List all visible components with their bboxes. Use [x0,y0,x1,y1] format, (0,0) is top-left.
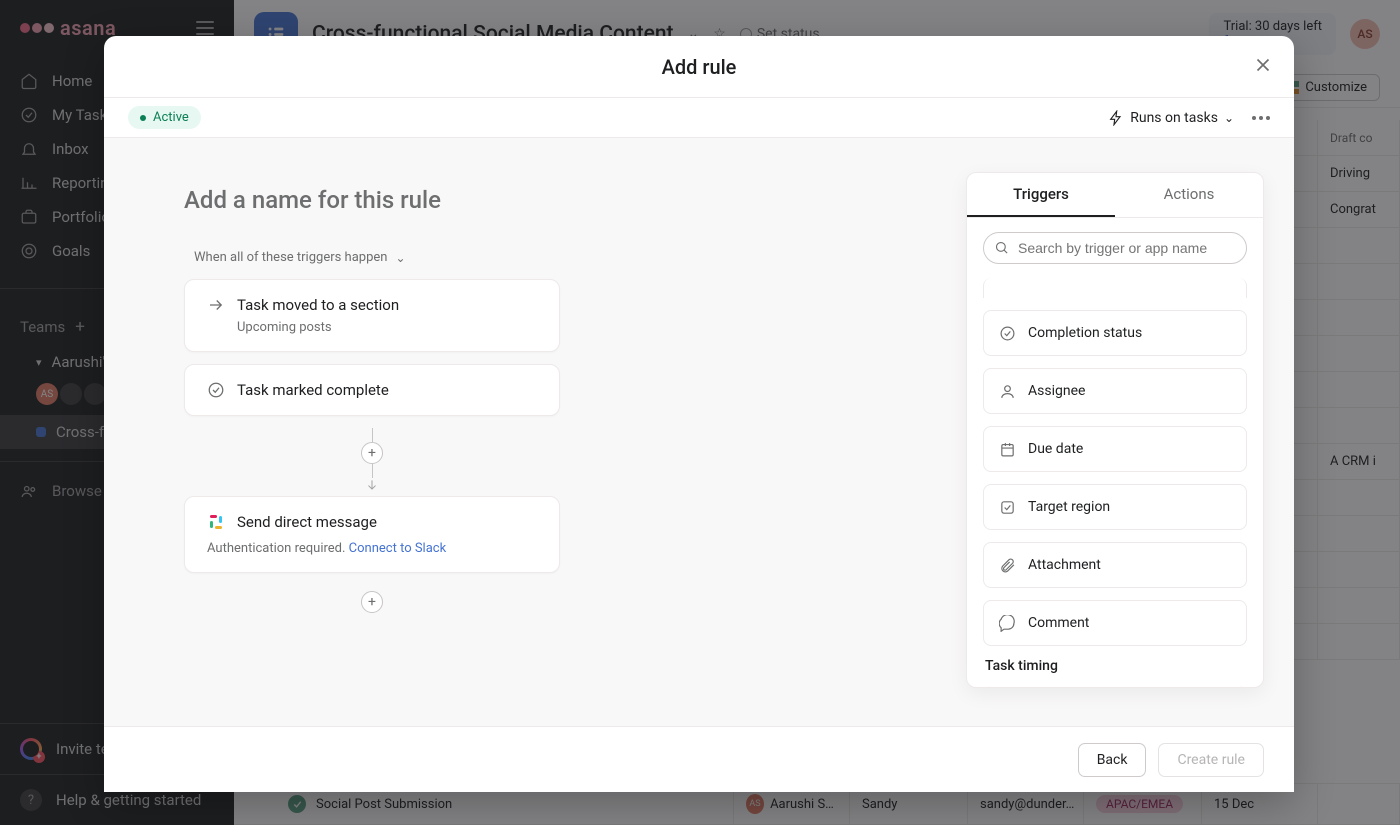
trigger-option-attachment[interactable]: Attachment [983,542,1247,588]
trigger-option-comment[interactable]: Comment [983,600,1247,646]
tab-triggers[interactable]: Triggers [967,173,1115,217]
action-card-slack[interactable]: Send direct message Authentication requi… [184,496,560,573]
trigger-option-completion[interactable]: Completion status [983,310,1247,356]
when-selector[interactable]: When all of these triggers happen ⌄ [194,250,886,265]
add-step-button[interactable]: + [361,591,383,613]
connect-slack-link[interactable]: Connect to Slack [349,541,447,556]
modal-header: Add rule [104,36,1294,98]
trigger-option-target-region[interactable]: Target region [983,484,1247,530]
line-icon [372,464,373,478]
status-label: Active [153,110,189,125]
opt-label: Completion status [1028,325,1142,341]
rule-canvas: Add a name for this rule When all of the… [104,138,966,726]
chevron-down-icon: ⌄ [395,251,405,265]
panel-search [967,218,1263,268]
trigger-title: Task marked complete [237,381,389,399]
modal-title: Add rule [662,55,737,79]
trigger-option-partial[interactable] [983,686,1247,687]
chevron-down-icon: ⌄ [1224,111,1234,125]
slack-icon [207,513,225,531]
runs-on-label: Runs on tasks [1130,110,1218,126]
when-label: When all of these triggers happen [194,250,387,265]
panel-tabs: Triggers Actions [967,173,1263,218]
runs-on-selector[interactable]: Runs on tasks ⌄ [1108,110,1234,126]
checkbox-icon [998,498,1016,516]
attachment-icon [998,556,1016,574]
auth-prefix: Authentication required. [207,541,349,556]
status-chip[interactable]: Active [128,106,201,129]
section-task-timing: Task timing [985,658,1247,674]
modal-body: Add a name for this rule When all of the… [104,138,1294,726]
person-icon [998,382,1016,400]
line-icon [372,428,373,442]
tab-actions[interactable]: Actions [1115,173,1263,217]
opt-label: Target region [1028,499,1110,515]
calendar-icon [998,440,1016,458]
opt-label: Comment [1028,615,1089,631]
subheader-right: Runs on tasks ⌄ [1108,110,1270,126]
opt-label: Assignee [1028,383,1085,399]
trigger-option-partial[interactable] [983,278,1247,298]
panel-list[interactable]: Completion status Assignee Due date Targ… [967,268,1263,687]
comment-icon [998,614,1016,632]
trigger-title: Task moved to a section [237,296,399,314]
trigger-option-due-date[interactable]: Due date [983,426,1247,472]
more-icon[interactable] [1252,116,1270,120]
connector: + [184,428,560,492]
trigger-subtitle: Upcoming posts [237,320,537,335]
add-step-button[interactable]: + [361,442,383,464]
trigger-card-complete[interactable]: Task marked complete [184,364,560,416]
check-circle-icon [998,324,1016,342]
check-circle-icon [207,381,225,399]
arrow-right-icon [207,296,225,314]
action-title: Send direct message [237,513,377,531]
trigger-panel: Triggers Actions Completion status [966,172,1264,688]
trigger-card-moved[interactable]: Task moved to a section Upcoming posts [184,279,560,352]
connector-bottom: + [184,585,560,613]
close-icon[interactable] [1252,54,1274,76]
modal-footer: Back Create rule [104,726,1294,792]
opt-label: Due date [1028,441,1083,457]
opt-label: Attachment [1028,557,1101,573]
create-rule-button[interactable]: Create rule [1158,743,1264,777]
lightning-icon [1108,110,1124,126]
search-input[interactable] [983,232,1247,264]
search-icon [994,240,1009,255]
back-button[interactable]: Back [1078,743,1147,777]
arrow-down-icon [365,478,379,492]
add-rule-modal: Add rule Active Runs on tasks ⌄ Add a na… [104,36,1294,792]
trigger-option-assignee[interactable]: Assignee [983,368,1247,414]
rule-name-input[interactable]: Add a name for this rule [184,186,886,214]
modal-subheader: Active Runs on tasks ⌄ [104,98,1294,138]
auth-line: Authentication required. Connect to Slac… [207,541,537,556]
